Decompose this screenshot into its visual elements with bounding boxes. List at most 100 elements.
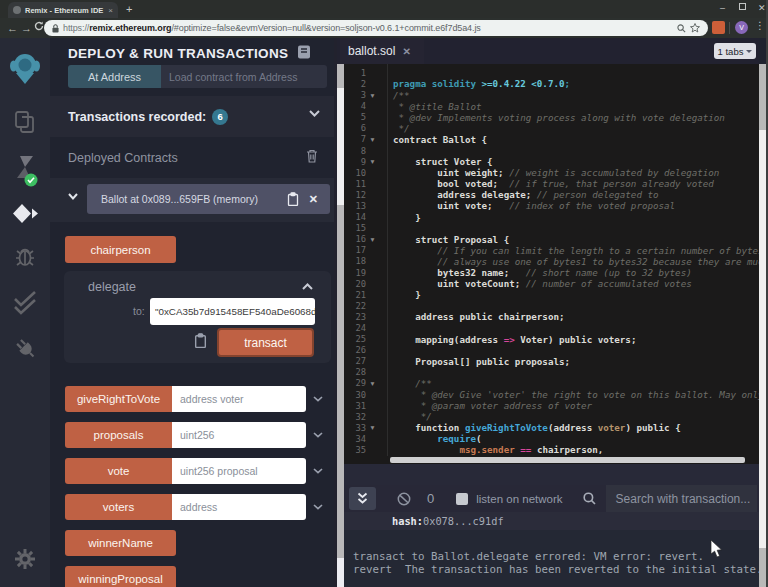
function-row-winningProposal: winningProposal	[65, 566, 327, 587]
hash-label: hash:	[392, 515, 423, 527]
code-line-9: 9▼ struct Voter {	[344, 156, 759, 167]
code-line-1: 1	[344, 67, 759, 78]
function-proposals-chevron-icon[interactable]	[313, 432, 323, 438]
function-row-winnerName: winnerName	[65, 530, 327, 556]
hash-value: 0x078...c91df	[423, 515, 504, 527]
hscroll-thumb[interactable]	[390, 457, 745, 463]
function-vote-input[interactable]: uint256 proposal	[172, 458, 306, 484]
settings-gear-icon[interactable]	[0, 548, 50, 570]
function-vote-chevron-icon[interactable]	[313, 468, 323, 474]
code-line-34: 34 require(	[344, 433, 759, 444]
code-editor[interactable]: 12pragma solidity >=0.4.22 <0.7.0;3▼/**4…	[344, 64, 759, 456]
trash-icon[interactable]	[306, 149, 318, 163]
delegate-copy-icon[interactable]	[194, 333, 207, 348]
terminal-expand-button[interactable]	[349, 487, 376, 510]
transactions-recorded-block[interactable]: Transactions recorded: 6	[50, 96, 334, 137]
deploy-run-panel: DEPLOY & RUN TRANSACTIONS At Address Loa…	[50, 38, 334, 587]
url-text: https://remix.ethereum.org/#optimize=fal…	[63, 23, 673, 33]
icon-rail	[0, 38, 50, 587]
function-winningProposal-button[interactable]: winningProposal	[65, 566, 176, 587]
tabs-count-label: 1 tabs	[718, 46, 744, 57]
browser-titlebar: Remix - Ethereum IDE × + – ✕	[0, 0, 768, 18]
remix-favicon	[13, 6, 21, 14]
reload-button[interactable]	[34, 21, 44, 31]
plugin-manager-icon[interactable]	[0, 335, 50, 361]
code-line-2: 2pragma solidity >=0.4.22 <0.7.0;	[344, 78, 759, 89]
analysis-icon[interactable]	[0, 291, 50, 317]
function-voters-input[interactable]: address	[172, 494, 306, 520]
code-line-6: 6 */	[344, 123, 759, 134]
window-close-button[interactable]: ✕	[758, 4, 766, 13]
terminal-search-icon	[583, 492, 596, 505]
terminal-log: transact to Ballot.delegate errored: VM …	[344, 530, 759, 587]
window-minimize-button[interactable]: –	[720, 4, 725, 13]
adblock-extension-icon[interactable]	[712, 21, 725, 34]
function-giveRightToVote-input[interactable]: address voter	[172, 386, 306, 412]
remix-logo-icon	[0, 52, 50, 85]
code-line-12: 12 address delegate; // person delegated…	[344, 189, 759, 200]
file-explorer-icon[interactable]	[0, 110, 50, 134]
transactions-recorded-label: Transactions recorded:	[68, 110, 206, 124]
profile-extension-icon[interactable]: V	[735, 21, 748, 34]
instance-close-icon[interactable]: ✕	[309, 193, 318, 206]
zoom-page-icon[interactable]	[677, 24, 686, 33]
listen-checkbox[interactable]	[456, 493, 468, 505]
code-line-7: 7▼contract Ballot {	[344, 134, 759, 145]
code-line-14: 14 }	[344, 212, 759, 223]
new-tab-button[interactable]: +	[126, 3, 132, 15]
record-book-icon[interactable]	[297, 45, 311, 59]
clear-console-icon[interactable]	[397, 492, 411, 506]
delegate-to-input[interactable]: "0xCA35b7d915458EF540aDe6068d	[150, 298, 315, 325]
tab-ballot-sol-label: ballot.sol	[348, 44, 395, 58]
code-line-8: 8	[344, 145, 759, 156]
code-line-19: 19 bytes32 name; // short name (up to 32…	[344, 267, 759, 278]
delegate-title: delegate	[88, 280, 136, 294]
tabs-count-button[interactable]: 1 tabs	[714, 43, 756, 59]
panel-scrollbar[interactable]	[337, 64, 344, 587]
code-line-32: 32 */	[344, 411, 759, 422]
function-chairperson-button[interactable]: chairperson	[65, 236, 176, 263]
transact-button[interactable]: transact	[217, 328, 314, 357]
function-giveRightToVote-chevron-icon[interactable]	[313, 396, 323, 402]
code-line-21: 21 }	[344, 289, 759, 300]
instance-title-bar[interactable]: Ballot at 0x089...659FB (memory) ✕	[87, 184, 330, 214]
tab-close-icon[interactable]: ✕	[402, 46, 410, 57]
delegate-card: delegate to: "0xCA35b7d915458EF540aDe606…	[64, 271, 331, 363]
bookmark-star-icon[interactable]	[690, 23, 700, 33]
at-address-button[interactable]: At Address	[68, 65, 161, 88]
delegate-chevron-up-icon[interactable]	[302, 283, 313, 290]
browser-tab-close-icon[interactable]: ×	[108, 6, 113, 15]
deployed-instance-block: Ballot at 0x089...659FB (memory) ✕	[50, 178, 334, 222]
function-vote-button[interactable]: vote	[65, 458, 172, 484]
url-bar[interactable]: https://remix.ethereum.org/#optimize=fal…	[44, 20, 708, 36]
transactions-chevron-down-icon[interactable]	[309, 110, 320, 117]
instance-copy-icon[interactable]	[287, 192, 299, 206]
debugger-icon[interactable]	[0, 244, 50, 268]
function-voters-button[interactable]: voters	[65, 494, 172, 520]
function-rows: giveRightToVoteaddress voterproposalsuin…	[65, 386, 327, 587]
deploy-run-icon[interactable]	[0, 203, 50, 225]
terminal-log-line-2: revert The transaction has been reverted…	[353, 563, 759, 576]
window-maximize-button[interactable]	[739, 3, 746, 12]
pending-count: 0	[427, 491, 434, 506]
code-line-11: 11 bool voted; // if true, that person a…	[344, 178, 759, 189]
instance-chevron-down-icon[interactable]	[68, 193, 78, 200]
terminal-hash-row[interactable]: hash: 0x078...c91df	[344, 512, 759, 530]
browser-tab[interactable]: Remix - Ethereum IDE ×	[8, 2, 118, 18]
at-address-input[interactable]: Load contract from Address	[161, 65, 327, 88]
editor-horizontal-scrollbar[interactable]	[344, 456, 759, 464]
back-button[interactable]: ←	[7, 22, 18, 34]
function-proposals-button[interactable]: proposals	[65, 422, 172, 448]
editor-tab-bar: ballot.sol ✕ 1 tabs	[337, 38, 759, 64]
tab-ballot-sol[interactable]: ballot.sol ✕	[340, 38, 424, 64]
function-winnerName-button[interactable]: winnerName	[65, 530, 176, 556]
function-giveRightToVote-button[interactable]: giveRightToVote	[65, 386, 172, 412]
code-line-35: 35 msg.sender == chairperson,	[344, 444, 759, 455]
browser-menu-icon[interactable]: ⋮	[755, 20, 765, 31]
editor-scrollbar[interactable]	[759, 64, 766, 587]
solidity-compiler-icon[interactable]	[0, 155, 50, 187]
function-proposals-input[interactable]: uint256	[172, 422, 306, 448]
forward-button[interactable]: →	[21, 22, 32, 34]
terminal-search-input[interactable]: Search with transaction...	[606, 485, 757, 512]
function-voters-chevron-icon[interactable]	[313, 504, 323, 510]
